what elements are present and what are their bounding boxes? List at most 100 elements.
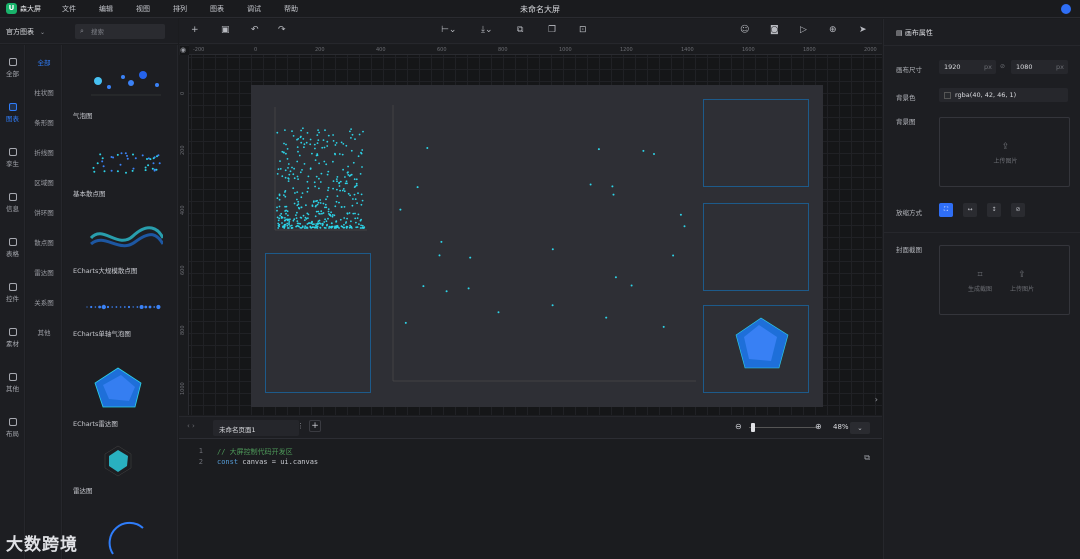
code-editor[interactable]: 1 // 大屏控制代码开发区 2 const canvas = ui.canva… [179,438,882,559]
nav-label: 信息 [6,205,19,213]
canvas-area[interactable]: -200 0 200 400 600 800 1000 1200 1400 1600 1800 200… [179,45,882,415]
send-icon[interactable]: ➤ [859,25,867,35]
nav-layout[interactable]: 布局 [0,415,25,443]
scatter-point [322,212,325,214]
nav-control[interactable]: 控件 [0,280,25,308]
scatter-point [278,205,281,208]
component-card[interactable]: ECharts单轴气泡图 [73,293,163,338]
nav-table[interactable]: 表格 [0,235,25,263]
zoom-dropdown[interactable]: ⌄ [850,422,870,434]
page-menu-icon[interactable]: ⋮ [297,422,304,430]
width-field[interactable]: 1920 px [939,60,996,74]
ruler-tick: 0 [180,91,186,95]
empty-block[interactable] [265,253,371,393]
bg-color-field[interactable]: rgba(40, 42, 46, 1) [939,88,1068,102]
search-input[interactable] [91,26,161,37]
distribute-icon[interactable]: ⤓⌄ [481,25,493,35]
component-card[interactable]: 雷达图 [73,440,163,495]
zoom-out-icon[interactable]: ⊖ [735,422,742,431]
nav-charts[interactable]: 图表 [0,100,25,128]
nav-material[interactable]: 素材 [0,325,25,353]
category-horizontal-bar[interactable]: 条形图 [26,117,62,127]
empty-block[interactable] [703,99,809,187]
copy-icon[interactable]: ❐ [548,25,556,35]
radar-block[interactable] [703,305,809,393]
nav-twin[interactable]: 孪生 [0,145,25,173]
screen-canvas[interactable] [251,85,823,407]
nav-all[interactable]: 全部 [0,55,25,83]
play-icon[interactable]: ▷ [800,25,807,35]
scatter-point [125,171,127,174]
menu-debug[interactable]: 调试 [247,4,284,14]
scatter-point [348,212,351,214]
component-card[interactable]: 气泡图 [73,63,163,120]
menu-arrange[interactable]: 排列 [173,4,210,14]
nav-other[interactable]: 其他 [0,370,25,398]
fit-cover-button[interactable]: ⛶ [939,203,953,217]
bubble-chart-thumb [73,63,163,105]
add-icon[interactable]: + [191,25,199,35]
lock-icon[interactable]: ⊡ [579,25,587,35]
crop-icon[interactable]: ⌗ [970,270,990,280]
page-prev-icon[interactable]: ‹ › [187,422,195,430]
external-link-icon[interactable]: ⧉ [864,453,870,463]
link-icon[interactable]: ⊘ [1000,63,1005,70]
group-icon[interactable]: ⧉ [517,25,523,35]
user-icon[interactable]: ☺ [740,25,749,35]
component-card[interactable]: ECharts大规模散点图 [73,220,165,275]
category-pie[interactable]: 饼环图 [26,207,62,217]
zoom-in-icon[interactable]: ⊕ [815,422,822,431]
empty-block[interactable] [703,203,809,291]
category-all[interactable]: 全部 [26,57,62,67]
align-left-icon[interactable]: ⊢⌄ [441,25,456,35]
eye-icon[interactable]: ◉ [180,46,186,54]
nav-info[interactable]: 信息 [0,190,25,218]
generate-screenshot-label[interactable]: 生成截图 [962,284,998,293]
menu-chart[interactable]: 图表 [210,4,247,14]
component-card[interactable]: 基本散点图 [73,145,163,198]
scatter-point [151,167,154,170]
undo-icon[interactable]: ↶ [251,25,259,35]
source-selector[interactable]: 官方图表 ⌄ [6,27,45,37]
toolbar: + ▣ ↶ ↷ ⊢⌄ ⤓⌄ ⧉ ❐ ⊡ ☺ ◙ ▷ ⊕ ➤ [179,19,882,44]
ruler-tick: 0 [254,47,258,53]
zoom-slider-handle[interactable] [751,423,755,432]
camera-icon[interactable]: ◙ [770,25,779,35]
category-radar[interactable]: 雷达图 [26,267,62,277]
chevron-right-icon[interactable]: › [875,395,878,404]
scatter-point [679,213,682,216]
menu-help[interactable]: 帮助 [284,4,321,14]
scatter-point [358,133,361,136]
redo-icon[interactable]: ↷ [278,25,286,35]
add-page-button[interactable]: + [309,420,321,432]
scatter-point [341,189,344,192]
height-field[interactable]: 1080 px [1011,60,1068,74]
fit-height-button[interactable]: ↕ [987,203,1001,217]
menu-file[interactable]: 文件 [62,4,99,14]
category-other[interactable]: 其他 [26,327,62,337]
upload-label[interactable]: 上传图片 [1004,284,1040,293]
fit-width-button[interactable]: ↔ [963,203,977,217]
component-card[interactable]: ECharts雷达图 [73,363,163,428]
category-relation[interactable]: 关系图 [26,297,62,307]
page-tab[interactable]: 未命名页面1 [213,420,299,436]
upload-icon[interactable]: ⇪ [1012,270,1032,280]
save-icon[interactable]: ▣ [221,25,230,35]
category-area[interactable]: 区域图 [26,177,62,187]
app-logo[interactable]: U 森大屏 [6,3,41,14]
category-bar[interactable]: 柱状图 [26,87,62,97]
bg-image-upload[interactable]: ⇪ 上传图片 [939,117,1070,187]
menu-edit[interactable]: 编辑 [99,4,136,14]
component-card[interactable] [73,520,163,559]
scatter-point [353,186,356,188]
menu-view[interactable]: 视图 [136,4,173,14]
fit-none-button[interactable]: ⊘ [1011,203,1025,217]
category-scatter[interactable]: 散点图 [26,237,62,247]
color-swatch[interactable] [944,91,951,99]
scatter-point [313,223,315,226]
scatter-point [295,217,298,220]
category-line[interactable]: 折线图 [26,147,62,157]
publish-icon[interactable]: ⊕ [829,25,837,35]
zoom-slider[interactable] [749,427,819,428]
avatar[interactable] [1061,4,1071,14]
